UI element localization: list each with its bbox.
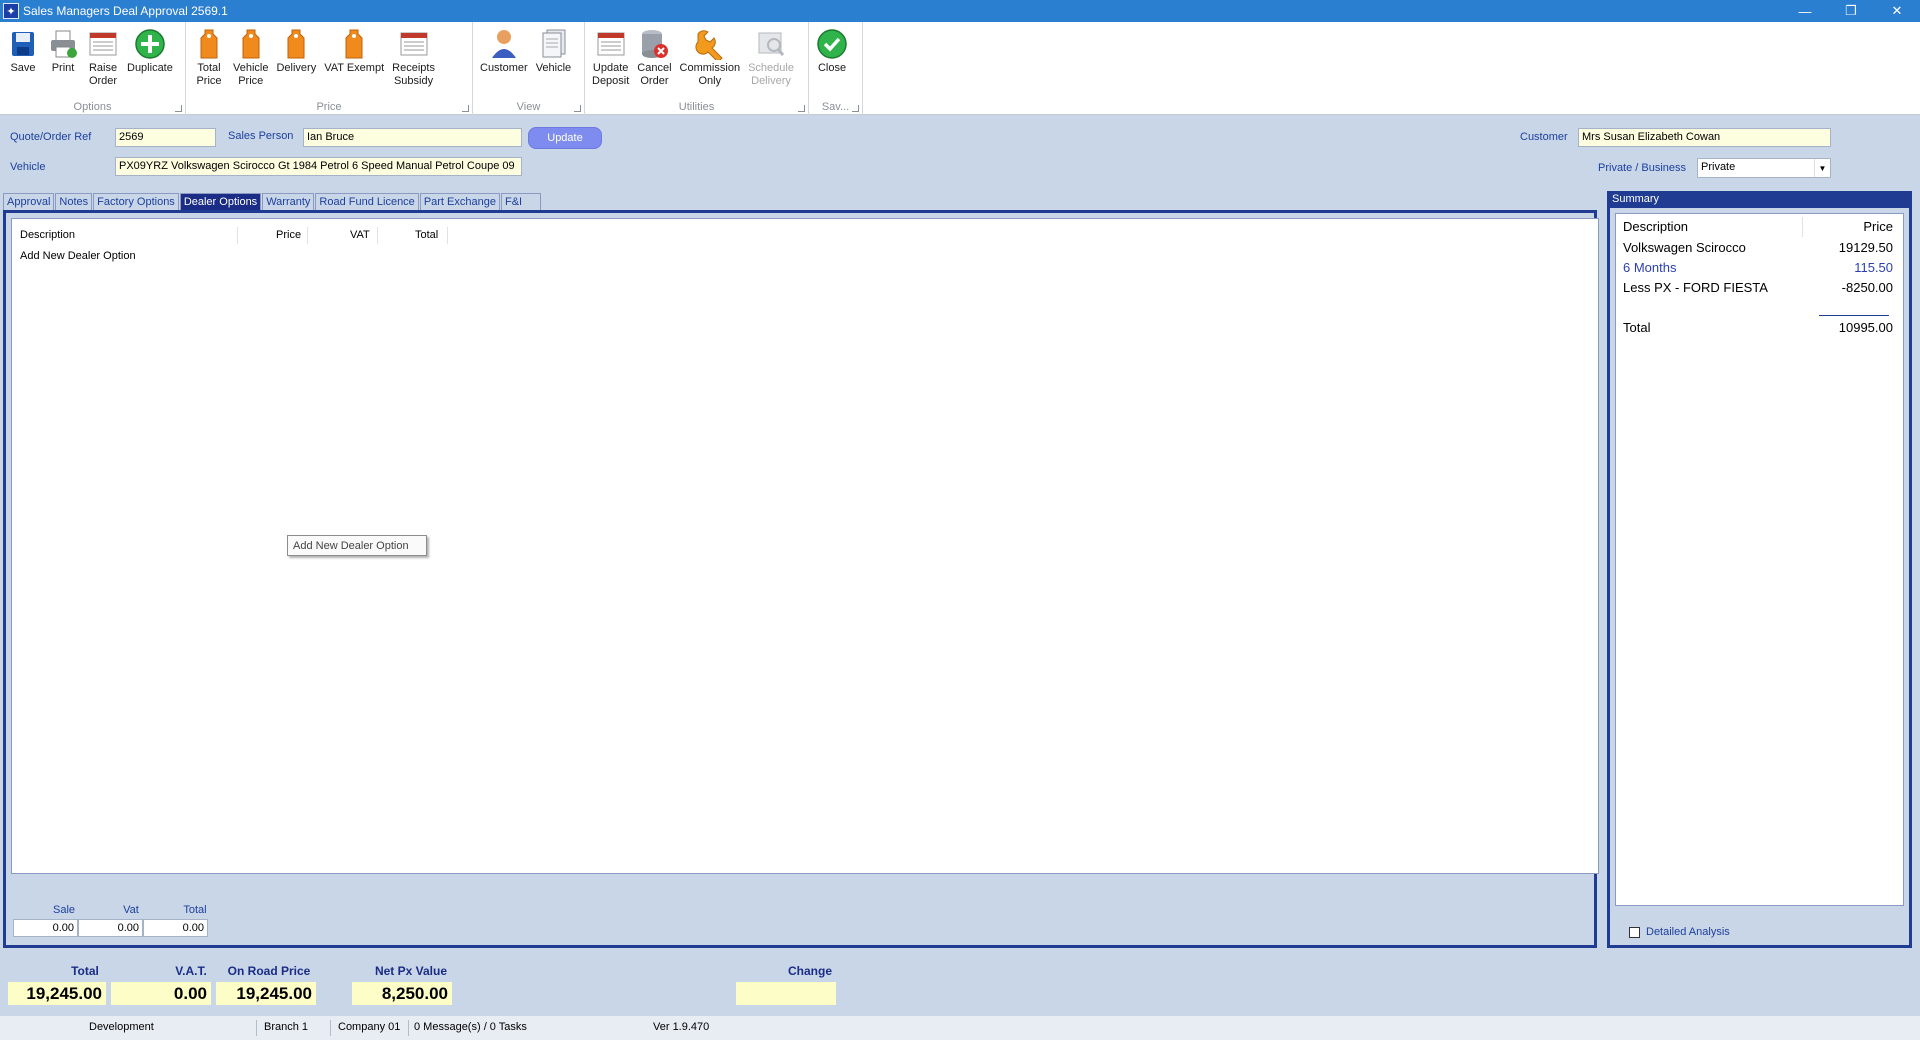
vat-total-label: Vat bbox=[123, 904, 139, 916]
tab-strip: Approval Notes Factory Options Dealer Op… bbox=[3, 193, 542, 210]
on-road-price-value: 19,245.00 bbox=[216, 982, 316, 1005]
tab-part-exchange[interactable]: Part Exchange bbox=[419, 193, 500, 210]
dealer-options-panel: Description Price VAT Total Add New Deal… bbox=[3, 210, 1599, 948]
customer-field[interactable]: Mrs Susan Elizabeth Cowan bbox=[1578, 128, 1831, 147]
ribbon-group-view: Customer Vehicle View bbox=[473, 22, 585, 115]
window-controls: — ❐ ✕ bbox=[1782, 0, 1920, 22]
summary-row: 6 Months 115.50 bbox=[1623, 260, 1893, 275]
add-dealer-option-button[interactable]: Add New Dealer Option bbox=[287, 535, 427, 556]
database-cancel-icon bbox=[638, 26, 670, 62]
summary-total-row: Total 10995.00 bbox=[1623, 320, 1893, 335]
private-business-select[interactable]: Private ▼ bbox=[1697, 158, 1831, 178]
status-bar: Development Branch 1 Company 01 0 Messag… bbox=[0, 1016, 1920, 1040]
printer-icon bbox=[47, 26, 79, 62]
col-vat[interactable]: VAT bbox=[350, 229, 370, 241]
receipt-icon bbox=[398, 26, 430, 62]
calendar-search-icon bbox=[755, 26, 787, 62]
ribbon-toolbar: Save Print Raise Order Duplicate Options bbox=[0, 22, 1920, 115]
vehicle-label: Vehicle bbox=[10, 161, 46, 173]
status-environment: Development bbox=[89, 1021, 154, 1033]
total-total-label: Total bbox=[183, 904, 207, 916]
vat-label: V.A.T. bbox=[175, 964, 207, 978]
ribbon-group-options: Save Print Raise Order Duplicate Options bbox=[0, 22, 186, 115]
summary-panel: Summary Description Price Volkswagen Sci… bbox=[1607, 191, 1912, 948]
sale-total-label: Sale bbox=[52, 904, 76, 916]
tab-factory-options[interactable]: Factory Options bbox=[93, 193, 179, 210]
tab-dealer-options[interactable]: Dealer Options bbox=[179, 193, 262, 210]
order-form-icon bbox=[87, 26, 119, 62]
dealer-options-grid: Description Price VAT Total Add New Deal… bbox=[11, 218, 1599, 874]
summary-header-row: Description Price bbox=[1623, 219, 1893, 234]
total-value: 19,245.00 bbox=[8, 982, 106, 1005]
summary-col-description: Description bbox=[1623, 219, 1689, 234]
detailed-analysis-checkbox[interactable]: Detailed Analysis bbox=[1629, 926, 1730, 938]
customer-label: Customer bbox=[1520, 131, 1568, 143]
sale-total-field: 0.00 bbox=[13, 919, 78, 937]
quote-ref-label: Quote/Order Ref bbox=[10, 131, 92, 143]
price-tag-icon bbox=[193, 26, 225, 62]
person-icon bbox=[488, 26, 520, 62]
sales-person-label: Sales Person bbox=[228, 130, 294, 142]
ribbon-group-save: Close Sav... bbox=[809, 22, 863, 115]
summary-col-price: Price bbox=[1863, 219, 1893, 234]
add-circle-icon bbox=[134, 26, 166, 62]
private-business-label: Private / Business bbox=[1598, 162, 1687, 174]
summary-total-divider bbox=[1819, 315, 1889, 316]
close-window-button[interactable]: ✕ bbox=[1874, 0, 1920, 22]
add-dealer-option-row[interactable]: Add New Dealer Option bbox=[20, 250, 136, 262]
options-group-launcher[interactable] bbox=[175, 105, 182, 112]
floppy-disk-icon bbox=[7, 26, 39, 62]
change-label: Change bbox=[787, 964, 832, 978]
vehicle-field[interactable]: PX09YRZ Volkswagen Scirocco Gt 1984 Petr… bbox=[115, 157, 522, 176]
save-group-launcher[interactable] bbox=[852, 105, 859, 112]
tab-notes[interactable]: Notes bbox=[55, 193, 93, 210]
net-px-value: 8,250.00 bbox=[352, 982, 452, 1005]
col-description[interactable]: Description bbox=[20, 229, 75, 241]
price-group-launcher[interactable] bbox=[462, 105, 469, 112]
summary-row: Less PX - FORD FIESTA -8250.00 bbox=[1623, 280, 1893, 295]
checkmark-circle-icon bbox=[816, 26, 848, 62]
deposit-form-icon bbox=[595, 26, 627, 62]
view-group-launcher[interactable] bbox=[574, 105, 581, 112]
ribbon-group-utilities: Update Deposit Cancel Order Commission O… bbox=[585, 22, 809, 115]
dropdown-arrow-icon: ▼ bbox=[1814, 159, 1830, 177]
status-version: Ver 1.9.470 bbox=[653, 1021, 710, 1033]
checkbox-icon bbox=[1629, 926, 1640, 938]
price-tag-icon bbox=[235, 26, 267, 62]
vat-value: 0.00 bbox=[111, 982, 211, 1005]
status-branch: Branch 1 bbox=[264, 1021, 309, 1033]
restore-button[interactable]: ❐ bbox=[1828, 0, 1874, 22]
col-price[interactable]: Price bbox=[276, 229, 301, 241]
document-stack-icon bbox=[537, 26, 569, 62]
utilities-group-launcher[interactable] bbox=[798, 105, 805, 112]
tab-approval[interactable]: Approval bbox=[3, 193, 55, 210]
update-button[interactable]: Update bbox=[528, 127, 602, 149]
summary-title: Summary bbox=[1612, 193, 1660, 205]
summary-grid: Description Price Volkswagen Scirocco 19… bbox=[1615, 213, 1904, 906]
price-tag-icon bbox=[280, 26, 312, 62]
quote-ref-field[interactable]: 2569 bbox=[115, 128, 216, 147]
status-messages: 0 Message(s) / 0 Tasks bbox=[414, 1021, 527, 1033]
total-label: Total bbox=[71, 964, 99, 978]
on-road-price-label: On Road Price bbox=[227, 964, 311, 978]
window-title: Sales Managers Deal Approval 2569.1 bbox=[23, 4, 228, 18]
summary-row: Volkswagen Scirocco 19129.50 bbox=[1623, 240, 1893, 255]
net-px-value-label: Net Px Value bbox=[374, 964, 448, 978]
change-value bbox=[736, 982, 836, 1005]
total-total-field: 0.00 bbox=[143, 919, 208, 937]
ribbon-group-price: Total Price Vehicle Price Delivery VAT E… bbox=[186, 22, 473, 115]
sales-person-field[interactable]: Ian Bruce bbox=[303, 128, 522, 147]
col-total[interactable]: Total bbox=[415, 229, 438, 241]
app-icon: ✦ bbox=[3, 3, 19, 19]
tab-road-fund-licence[interactable]: Road Fund Licence bbox=[315, 193, 419, 210]
minimize-button[interactable]: — bbox=[1782, 0, 1828, 22]
tab-warranty[interactable]: Warranty bbox=[262, 193, 315, 210]
title-bar: ✦ Sales Managers Deal Approval 2569.1 — … bbox=[0, 0, 1920, 22]
price-tag-icon bbox=[338, 26, 370, 62]
vat-total-field: 0.00 bbox=[78, 919, 143, 937]
tab-fi[interactable]: F&I bbox=[500, 193, 541, 210]
status-company: Company 01 bbox=[338, 1021, 401, 1033]
wrench-icon bbox=[694, 26, 726, 62]
